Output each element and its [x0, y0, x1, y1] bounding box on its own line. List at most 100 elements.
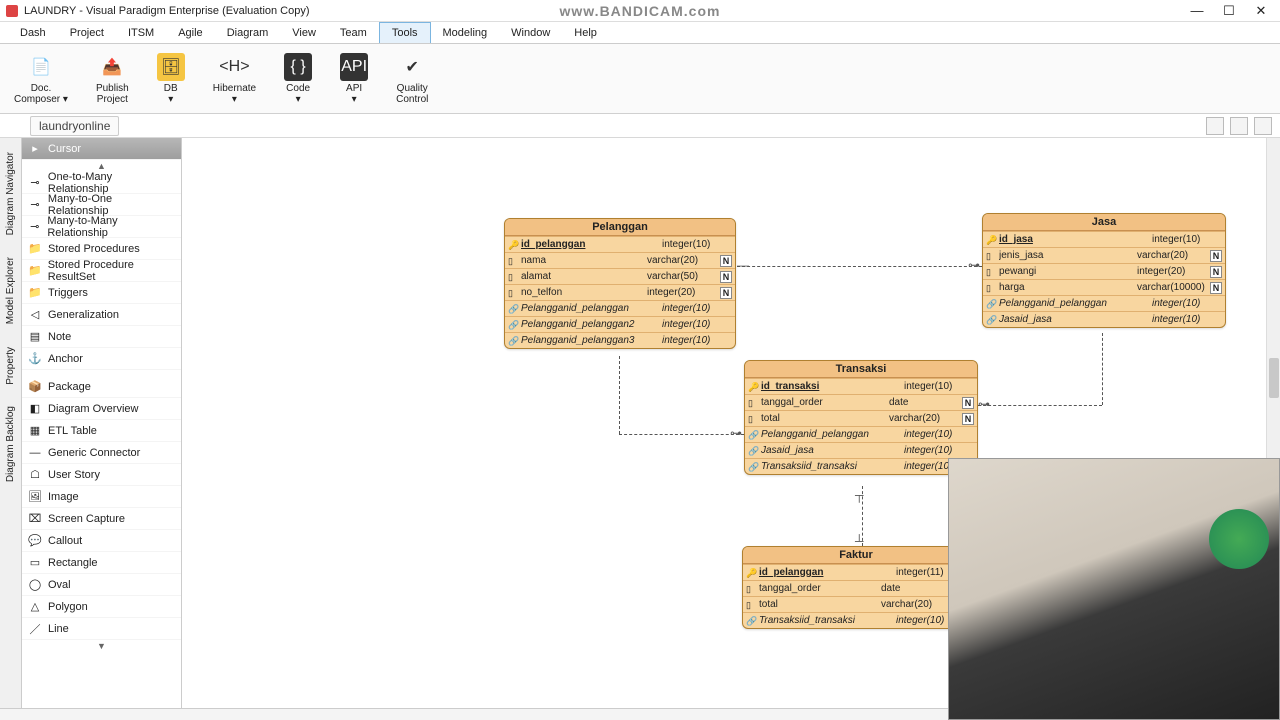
- menu-item-view[interactable]: View: [280, 22, 328, 43]
- column-row[interactable]: ▯tanggal_orderdateN: [745, 394, 977, 410]
- column-row[interactable]: 🔗Transaksiid_transaksiinteger(10): [745, 458, 977, 474]
- column-row[interactable]: 🔑id_pelangganinteger(10): [505, 236, 735, 252]
- column-row[interactable]: 🔗Pelangganid_pelangganinteger(10): [983, 295, 1225, 311]
- palette-label: Many-to-Many Relationship: [47, 215, 175, 239]
- palette-item-diagram-overview[interactable]: ◧Diagram Overview: [22, 398, 181, 420]
- palette-item-stored-procedure-resultset[interactable]: 📁Stored Procedure ResultSet: [22, 260, 181, 282]
- palette-item-cursor[interactable]: ▸Cursor: [22, 138, 181, 160]
- column-row[interactable]: 🔑id_pelangganinteger(11): [743, 564, 969, 580]
- column-row[interactable]: 🔑id_jasainteger(10): [983, 231, 1225, 247]
- ribbon-publish-button[interactable]: 📤Publish Project: [96, 53, 129, 105]
- palette-item-many-to-one-relationship[interactable]: ⊸Many-to-One Relationship: [22, 194, 181, 216]
- menu-item-modeling[interactable]: Modeling: [431, 22, 500, 43]
- entity-transaksi[interactable]: Transaksi🔑id_transaksiinteger(10)▯tangga…: [744, 360, 978, 475]
- column-row[interactable]: ▯totalvarchar(20)N: [745, 410, 977, 426]
- column-name: Pelangganid_pelanggan: [999, 298, 1149, 309]
- palette-item-line[interactable]: ／Line: [22, 618, 181, 640]
- column-row[interactable]: ▯totalvarchar(20)N: [743, 596, 969, 612]
- menu-item-dash[interactable]: Dash: [8, 22, 58, 43]
- palette-item-image[interactable]: 🖼Image: [22, 486, 181, 508]
- column-row[interactable]: 🔑id_transaksiinteger(10): [745, 378, 977, 394]
- relationship-line[interactable]: [1102, 333, 1103, 405]
- minimize-button[interactable]: —: [1190, 4, 1204, 18]
- side-tab-property[interactable]: Property: [3, 337, 18, 395]
- menu-item-tools[interactable]: Tools: [379, 22, 431, 43]
- palette-item-oval[interactable]: ◯Oval: [22, 574, 181, 596]
- column-type: varchar(20): [1137, 250, 1207, 261]
- pkg-icon: 📦: [28, 380, 42, 394]
- palette-label: Line: [48, 623, 69, 635]
- column-row[interactable]: ▯no_telfoninteger(20)N: [505, 284, 735, 300]
- menu-item-help[interactable]: Help: [562, 22, 609, 43]
- ribbon-qc-button[interactable]: ✔Quality Control: [396, 53, 428, 105]
- palette-item-triggers[interactable]: 📁Triggers: [22, 282, 181, 304]
- column-name: Pelangganid_pelanggan3: [521, 335, 659, 346]
- palette-item-rectangle[interactable]: ▭Rectangle: [22, 552, 181, 574]
- column-type: integer(20): [647, 287, 717, 298]
- ribbon-db-button[interactable]: 🗄DB ▾: [157, 53, 185, 105]
- palette-item-one-to-many-relationship[interactable]: ⊸One-to-Many Relationship: [22, 172, 181, 194]
- relationship-line[interactable]: [619, 356, 620, 434]
- column-row[interactable]: ▯pewangiinteger(20)N: [983, 263, 1225, 279]
- ribbon-api-button[interactable]: APIAPI ▾: [340, 53, 368, 105]
- ribbon-doc-button[interactable]: 📄Doc. Composer ▾: [14, 53, 68, 105]
- column-row[interactable]: 🔗Pelangganid_pelanggan3integer(10): [505, 332, 735, 348]
- palette-label: Screen Capture: [48, 513, 125, 525]
- column-row[interactable]: 🔗Pelangganid_pelangganinteger(10): [745, 426, 977, 442]
- palette-item-generalization[interactable]: ◁Generalization: [22, 304, 181, 326]
- menu-item-project[interactable]: Project: [58, 22, 116, 43]
- view-toggle-icon[interactable]: [1230, 117, 1248, 135]
- column-row[interactable]: ▯hargavarchar(10000)N: [983, 279, 1225, 295]
- menu-item-team[interactable]: Team: [328, 22, 379, 43]
- palette-item-package[interactable]: 📦Package: [22, 376, 181, 398]
- relationship-line[interactable]: [978, 405, 1102, 406]
- palette-label: Image: [48, 491, 79, 503]
- menu-item-diagram[interactable]: Diagram: [215, 22, 281, 43]
- relationship-line[interactable]: [737, 266, 982, 267]
- ribbon-label: Code ▾: [286, 83, 310, 105]
- menu-item-agile[interactable]: Agile: [166, 22, 214, 43]
- column-row[interactable]: 🔗Jasaid_jasainteger(10): [983, 311, 1225, 327]
- palette-item-callout[interactable]: 💬Callout: [22, 530, 181, 552]
- palette-item-many-to-many-relationship[interactable]: ⊸Many-to-Many Relationship: [22, 216, 181, 238]
- side-tab-diagram-backlog[interactable]: Diagram Backlog: [3, 396, 18, 492]
- view-toggle-icon[interactable]: [1254, 117, 1272, 135]
- menu-item-itsm[interactable]: ITSM: [116, 22, 166, 43]
- fk-icon: 🔗: [748, 462, 758, 472]
- column-row[interactable]: ▯jenis_jasavarchar(20)N: [983, 247, 1225, 263]
- palette-item-stored-procedures[interactable]: 📁Stored Procedures: [22, 238, 181, 260]
- column-name: tanggal_order: [759, 583, 878, 594]
- side-tab-diagram-navigator[interactable]: Diagram Navigator: [3, 142, 18, 245]
- palette-item-etl-table[interactable]: ▦ETL Table: [22, 420, 181, 442]
- palette-item-user-story[interactable]: ☖User Story: [22, 464, 181, 486]
- column-row[interactable]: ▯namavarchar(20)N: [505, 252, 735, 268]
- column-type: integer(10): [1152, 314, 1222, 325]
- palette-item-screen-capture[interactable]: ⌧Screen Capture: [22, 508, 181, 530]
- maximize-button[interactable]: ☐: [1222, 4, 1236, 18]
- ov-icon: ◧: [28, 402, 42, 416]
- view-toggle-icon[interactable]: [1206, 117, 1224, 135]
- palette-item-polygon[interactable]: △Polygon: [22, 596, 181, 618]
- entity-pelanggan[interactable]: Pelanggan🔑id_pelangganinteger(10)▯namava…: [504, 218, 736, 349]
- side-tab-model-explorer[interactable]: Model Explorer: [3, 247, 18, 334]
- column-name: id_pelanggan: [521, 239, 659, 250]
- palette-scroll-down[interactable]: ▼: [22, 640, 181, 652]
- menu-item-window[interactable]: Window: [499, 22, 562, 43]
- palette-item-note[interactable]: ▤Note: [22, 326, 181, 348]
- entity-jasa[interactable]: Jasa🔑id_jasainteger(10)▯jenis_jasavarcha…: [982, 213, 1226, 328]
- column-row[interactable]: 🔗Transaksiid_transaksiinteger(10): [743, 612, 969, 628]
- co-icon: 💬: [28, 534, 42, 548]
- column-row[interactable]: 🔗Jasaid_jasainteger(10): [745, 442, 977, 458]
- column-row[interactable]: ▯alamatvarchar(50)N: [505, 268, 735, 284]
- close-button[interactable]: ✕: [1254, 4, 1268, 18]
- palette-item-generic-connector[interactable]: —Generic Connector: [22, 442, 181, 464]
- ribbon-hib-button[interactable]: <H>Hibernate ▾: [213, 53, 256, 105]
- ribbon-code-button[interactable]: { }Code ▾: [284, 53, 312, 105]
- relationship-line[interactable]: [619, 434, 744, 435]
- palette-item-anchor[interactable]: ⚓Anchor: [22, 348, 181, 370]
- column-row[interactable]: ▯tanggal_orderdateN: [743, 580, 969, 596]
- column-row[interactable]: 🔗Pelangganid_pelangganinteger(10): [505, 300, 735, 316]
- column-row[interactable]: 🔗Pelangganid_pelanggan2integer(10): [505, 316, 735, 332]
- breadcrumb[interactable]: laundryonline: [30, 116, 119, 136]
- entity-faktur[interactable]: Faktur🔑id_pelangganinteger(11)▯tanggal_o…: [742, 546, 970, 629]
